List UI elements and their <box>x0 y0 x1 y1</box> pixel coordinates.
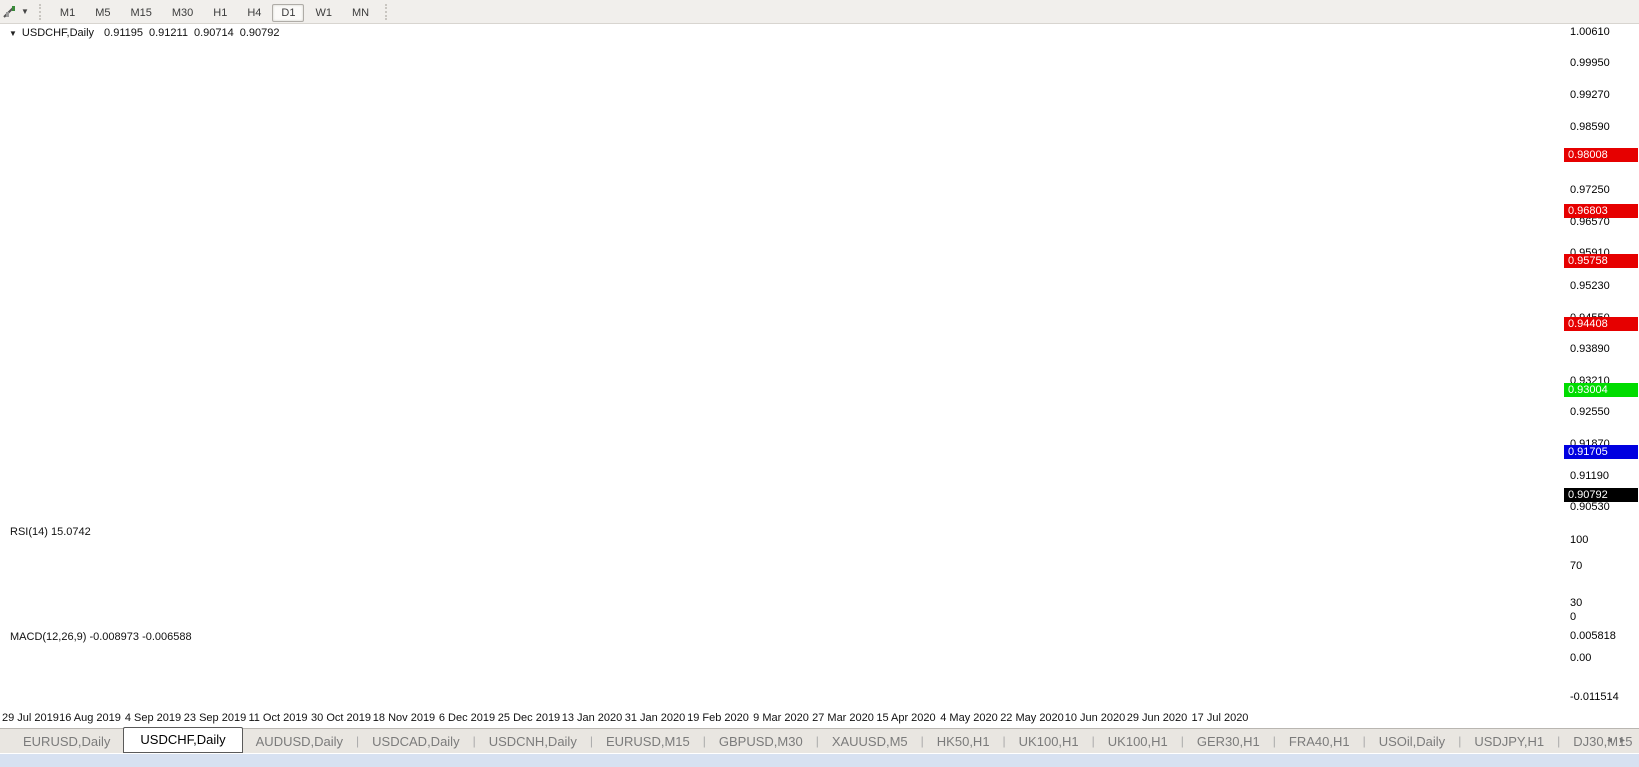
rsi-tick-label: 70 <box>1570 560 1582 573</box>
level-price-label: 0.96803 <box>1564 204 1638 218</box>
tab-usdcnh-daily[interactable]: USDCNH,Daily <box>476 731 590 753</box>
tab-hk50-h1[interactable]: HK50,H1 <box>924 731 1003 753</box>
level-price-label: 0.95758 <box>1564 254 1638 268</box>
ohlc-close: 0.90792 <box>240 27 280 39</box>
chart-cursor-icon[interactable] <box>2 4 20 20</box>
status-bar <box>0 753 1639 767</box>
timeframe-button-mn[interactable]: MN <box>343 4 378 22</box>
price-tick-label: 0.93890 <box>1570 343 1610 356</box>
rsi-indicator-label: RSI(14) 15.0742 <box>10 526 91 538</box>
tab-scroll-arrows: ◂▸ <box>1607 735 1633 746</box>
tab-gbpusd-m30[interactable]: GBPUSD,M30 <box>706 731 816 753</box>
level-price-label: 0.91705 <box>1564 445 1638 459</box>
price-tick-label: 0.98590 <box>1570 121 1610 134</box>
window-menu-icon[interactable]: ▼ <box>9 29 17 38</box>
timeframe-button-m1[interactable]: M1 <box>51 4 84 22</box>
trading-terminal: { "toolbar": { "tool_icon": "chart-curso… <box>0 0 1639 767</box>
tab-usoil-daily[interactable]: USOil,Daily <box>1366 731 1458 753</box>
tab-audusd-daily[interactable]: AUDUSD,Daily <box>243 731 356 753</box>
ohlc-high: 0.91211 <box>149 27 188 39</box>
timeframe-button-w1[interactable]: W1 <box>306 4 341 22</box>
chart-window <box>0 24 1639 728</box>
macd-tick-label: -0.011514 <box>1570 691 1619 704</box>
tab-eurusd-m15[interactable]: EURUSD,M15 <box>593 731 703 753</box>
price-tick-label: 0.90530 <box>1570 501 1610 514</box>
macd-indicator-label: MACD(12,26,9) -0.008973 -0.006588 <box>10 631 192 643</box>
price-tick-label: 0.91190 <box>1570 470 1609 483</box>
level-price-label: 0.98008 <box>1564 148 1638 162</box>
ohlc-low: 0.90714 <box>194 27 234 39</box>
chart-title: ▼ USDCHF,Daily 0.91195 0.91211 0.90714 0.9079… <box>9 27 285 39</box>
rsi-tick-label: 0 <box>1570 611 1576 624</box>
timeframe-button-d1[interactable]: D1 <box>272 4 304 22</box>
price-tick-label: 0.99950 <box>1570 57 1610 70</box>
chart-tab-bar: EURUSD,DailyUSDCHF,DailyAUDUSD,Daily|USD… <box>0 728 1639 753</box>
timeframe-button-m5[interactable]: M5 <box>86 4 119 22</box>
price-tick-label: 0.97250 <box>1570 184 1610 197</box>
rsi-tick-label: 30 <box>1570 597 1582 610</box>
tab-ger30-h1[interactable]: GER30,H1 <box>1184 731 1273 753</box>
tab-usdcad-daily[interactable]: USDCAD,Daily <box>359 731 472 753</box>
price-tick-label: 0.99270 <box>1570 89 1610 102</box>
toolbar-grip <box>39 4 44 20</box>
tab-eurusd-daily[interactable]: EURUSD,Daily <box>10 731 123 753</box>
tab-scroll-right-icon[interactable]: ▸ <box>1620 735 1633 746</box>
timeframe-button-m30[interactable]: M30 <box>163 4 202 22</box>
price-tick-label: 0.92550 <box>1570 406 1610 419</box>
timeframe-button-m15[interactable]: M15 <box>121 4 160 22</box>
level-price-label: 0.94408 <box>1564 317 1638 331</box>
ohlc-open: 0.91195 <box>104 27 143 39</box>
tab-xauusd-m5[interactable]: XAUUSD,M5 <box>819 731 921 753</box>
chart-symbol: USDCHF,Daily <box>22 27 94 39</box>
timeframe-toolbar: ▼ M1M5M15M30H1H4D1W1MN <box>0 0 1639 24</box>
tab-scroll-left-icon[interactable]: ◂ <box>1607 735 1620 746</box>
caret-down-icon[interactable]: ▼ <box>21 7 29 16</box>
tab-usdjpy-h1[interactable]: USDJPY,H1 <box>1461 731 1557 753</box>
macd-tick-label: 0.00 <box>1570 652 1591 665</box>
macd-tick-label: 0.005818 <box>1570 630 1616 643</box>
rsi-tick-label: 100 <box>1570 534 1588 547</box>
date-label: 17 Jul 2020 <box>1180 712 1260 724</box>
timeframe-button-h4[interactable]: H4 <box>238 4 270 22</box>
tab-fra40-h1[interactable]: FRA40,H1 <box>1276 731 1363 753</box>
tab-uk100-h1[interactable]: UK100,H1 <box>1006 731 1092 753</box>
toolbar-grip <box>385 4 390 20</box>
tab-usdchf-daily[interactable]: USDCHF,Daily <box>123 727 242 753</box>
level-price-label: 0.90792 <box>1564 488 1638 502</box>
price-tick-label: 1.00610 <box>1570 26 1610 39</box>
tab-uk100-h1[interactable]: UK100,H1 <box>1095 731 1181 753</box>
price-tick-label: 0.95230 <box>1570 280 1610 293</box>
timeframe-buttons: M1M5M15M30H1H4D1W1MN <box>50 3 379 21</box>
timeframe-button-h1[interactable]: H1 <box>204 4 236 22</box>
level-price-label: 0.93004 <box>1564 383 1638 397</box>
